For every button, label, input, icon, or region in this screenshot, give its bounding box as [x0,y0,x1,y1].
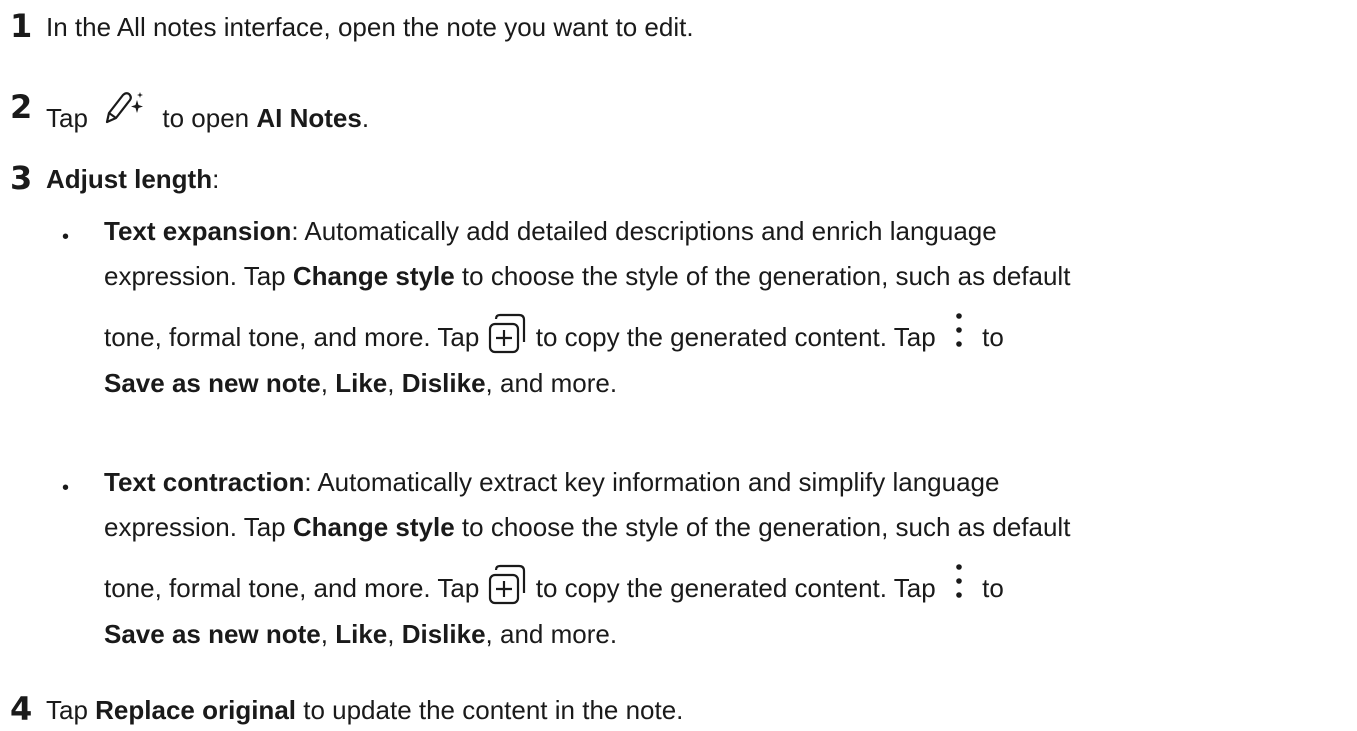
step-3: 3 Adjust length: [0,162,1337,194]
step-text-pre: Tap [46,103,88,133]
adjust-length-label: Adjust length [46,164,213,194]
step-4: 4 Tap Replace original to update the con… [0,693,1337,725]
replace-original-label: Replace original [95,695,296,725]
step-number: 2 [10,88,33,126]
bullet-text-expansion: Text expansion: Automatically add detail… [104,216,1071,398]
ai-pen-sparkle-icon [103,91,145,124]
dislike-label: Dislike [401,619,486,649]
save-as-new-note-label: Save as new note [104,619,321,649]
bullet-marker: • [62,477,70,499]
step-number: 1 [10,7,33,45]
step-text-mid: to open [162,103,250,133]
bullet-title: Text contraction [104,467,305,497]
copy-add-icon [487,312,529,354]
like-label: Like [335,368,388,398]
more-vertical-icon [949,310,969,350]
ai-notes-label: AI Notes [256,103,362,133]
step-1: 1 In the All notes interface, open the n… [0,10,1337,42]
copy-add-icon [487,563,529,605]
instruction-document: 1 In the All notes interface, open the n… [0,0,1357,731]
like-label: Like [335,619,388,649]
dislike-label: Dislike [401,368,486,398]
change-style-label: Change style [292,261,455,291]
bullet-marker: • [62,226,70,248]
step-2: 2 Tap to open AI Notes. [0,91,1337,131]
step-text: In the All notes interface, open the not… [46,12,694,42]
bullet-text-contraction: Text contraction: Automatically extract … [104,467,1071,649]
bullet-title: Text expansion [104,216,292,246]
step-number: 3 [10,159,33,197]
more-vertical-icon [949,561,969,601]
step-number: 4 [10,690,33,728]
change-style-label: Change style [292,512,455,542]
save-as-new-note-label: Save as new note [104,368,321,398]
